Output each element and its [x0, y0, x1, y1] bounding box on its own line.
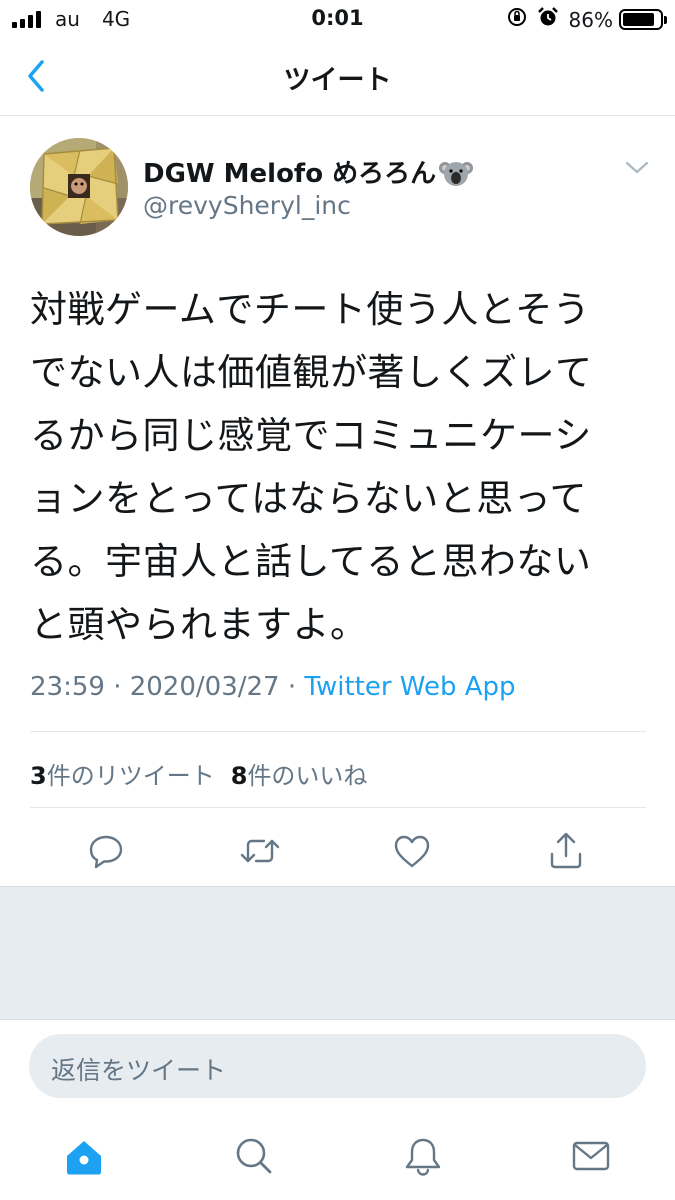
- retweet-count-link[interactable]: 3件のリツイート: [30, 762, 215, 790]
- display-name-text: DGW Melofo めろろん: [143, 159, 437, 189]
- retweet-button[interactable]: [238, 829, 282, 873]
- retweet-count-label: 件のリツイート: [46, 762, 215, 790]
- messages-icon: [572, 1141, 610, 1171]
- display-name[interactable]: DGW Melofo めろろん: [143, 153, 474, 190]
- orientation-lock-icon: [507, 7, 527, 32]
- like-icon: [394, 835, 430, 868]
- empty-replies-area: [0, 886, 675, 1020]
- tweet-meta: 23:59 · 2020/03/27 · Twitter Web App: [30, 672, 516, 702]
- tab-messages[interactable]: [569, 1134, 613, 1178]
- handle[interactable]: @revySheryl_inc: [143, 191, 351, 220]
- koala-emoji-icon: [439, 158, 474, 188]
- like-count: 8: [230, 762, 248, 790]
- like-count-link[interactable]: 8件のいいね: [231, 762, 368, 790]
- tab-notifications[interactable]: [401, 1134, 445, 1178]
- battery-fill: [623, 13, 654, 26]
- share-icon: [550, 832, 582, 869]
- tweet-text: 対戦ゲームでチート使う人とそうでない人は価値観が著しくズレてるから同じ感覚でコミ…: [30, 288, 593, 646]
- reply-placeholder: 返信をツイート: [51, 1056, 227, 1085]
- battery-percent: 86%: [568, 7, 613, 32]
- page-title: ツイート: [283, 65, 392, 96]
- nav-header: ツイート: [0, 38, 675, 116]
- divider: [30, 731, 646, 732]
- retweet-count: 3: [30, 762, 47, 790]
- avatar[interactable]: [30, 138, 128, 236]
- chevron-down-icon: [625, 161, 649, 174]
- tweet-timestamp: 23:59 · 2020/03/27 ·: [30, 672, 305, 702]
- retweet-icon: [240, 839, 280, 863]
- tab-search[interactable]: [232, 1134, 276, 1178]
- divider: [30, 807, 646, 808]
- reply-input[interactable]: 返信をツイート: [29, 1034, 646, 1098]
- notifications-icon: [405, 1138, 441, 1176]
- share-button[interactable]: [544, 829, 588, 873]
- status-bar: au 4G 0:01 86%: [0, 0, 675, 38]
- tab-home[interactable]: [62, 1134, 106, 1178]
- tweet-options-button[interactable]: [624, 158, 650, 178]
- like-count-label: 件のいいね: [247, 762, 368, 790]
- like-button[interactable]: [390, 829, 434, 873]
- tweet-actions: [0, 825, 675, 881]
- status-right: 86%: [507, 6, 667, 33]
- search-icon: [236, 1138, 272, 1174]
- reply-button[interactable]: [84, 829, 128, 873]
- battery-icon: [619, 9, 667, 30]
- reply-icon: [89, 835, 123, 869]
- home-icon: [67, 1141, 101, 1175]
- tab-bar: [0, 1116, 675, 1200]
- engagement-counts: 3件のリツイート 8件のいいね: [30, 756, 367, 791]
- tweet-source-link[interactable]: Twitter Web App: [304, 672, 515, 702]
- alarm-icon: [537, 6, 559, 33]
